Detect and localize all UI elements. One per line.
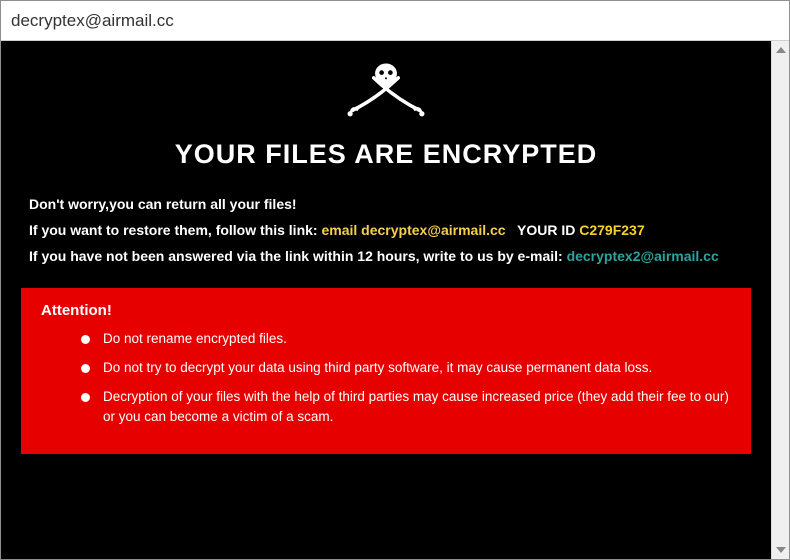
attention-box: Attention! Do not rename encrypted files… [21, 288, 751, 455]
ransom-note: YOUR FILES ARE ENCRYPTED Don't worry,you… [1, 41, 771, 559]
scroll-up-arrow-icon[interactable] [772, 41, 790, 59]
window-title: decryptex@airmail.cc [11, 11, 174, 31]
body-line-2: If you want to restore them, follow this… [29, 218, 743, 244]
victim-id: C279F237 [579, 222, 644, 238]
contact-email-primary: decryptex@airmail.cc [361, 222, 505, 238]
headline: YOUR FILES ARE ENCRYPTED [19, 139, 753, 170]
scroll-down-arrow-icon[interactable] [772, 541, 790, 559]
contact-email-secondary: decryptex2@airmail.cc [567, 248, 719, 264]
pirate-logo [19, 56, 753, 131]
attention-title: Attention! [41, 302, 731, 319]
list-item: Decryption of your files with the help o… [81, 387, 731, 429]
body-line-3: If you have not been answered via the li… [29, 244, 743, 270]
list-item: Do not rename encrypted files. [81, 329, 731, 350]
window-titlebar: decryptex@airmail.cc [1, 1, 789, 41]
body-text: Don't worry,you can return all your file… [29, 192, 743, 270]
list-item: Do not try to decrypt your data using th… [81, 358, 731, 379]
body-line-1: Don't worry,you can return all your file… [29, 192, 743, 218]
vertical-scrollbar[interactable] [771, 41, 789, 559]
attention-list: Do not rename encrypted files. Do not tr… [41, 329, 731, 429]
skull-crossed-swords-icon [341, 56, 431, 126]
content-wrapper: YOUR FILES ARE ENCRYPTED Don't worry,you… [1, 41, 789, 559]
